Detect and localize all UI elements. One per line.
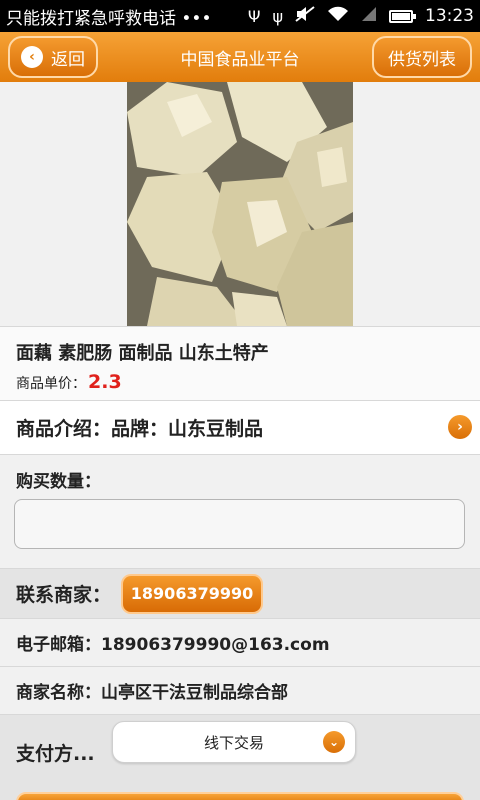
chevron-right-icon[interactable]: › xyxy=(448,415,472,439)
payment-label: 支付方... xyxy=(16,743,95,765)
page-title: 中国食品业平台 xyxy=(180,49,300,70)
status-time: 13:23 xyxy=(425,6,474,26)
quantity-input[interactable] xyxy=(14,499,465,549)
product-summary: 面藕 素肥肠 面制品 山东土特产 商品单价： 2.3 xyxy=(0,326,480,400)
quantity-label: 购买数量： xyxy=(16,472,101,492)
payment-row: 支付方... 线下交易 ⌄ xyxy=(0,714,480,800)
quantity-section: 购买数量： xyxy=(0,454,480,568)
price-line: 商品单价： 2.3 xyxy=(16,371,122,393)
app-header: ‹ 返回 中国食品业平台 供货列表 xyxy=(0,32,480,82)
battery-icon xyxy=(389,9,416,23)
status-icons: Ψ ψ 13:23 xyxy=(248,6,480,26)
price-label: 商品单价： xyxy=(16,376,86,392)
product-title: 面藕 素肥肠 面制品 山东土特产 xyxy=(16,343,269,364)
call-merchant-button[interactable]: 18906379990 xyxy=(121,573,264,614)
signal-icon xyxy=(361,6,377,26)
product-intro: 商品介绍：品牌：山东豆制品 xyxy=(16,418,264,440)
payment-selected: 线下交易 xyxy=(203,733,264,752)
merchant-name-row: 商家名称：山亭区干法豆制品综合部 xyxy=(0,666,480,714)
price-value: 2.3 xyxy=(88,371,122,393)
email-row: 电子邮箱：18906379990@163.com xyxy=(0,618,480,666)
payment-method-select[interactable]: 线下交易 ⌄ xyxy=(112,721,356,763)
merchant-name: 商家名称：山亭区干法豆制品综合部 xyxy=(16,683,288,703)
product-intro-row[interactable]: 商品介绍：品牌：山东豆制品 › xyxy=(0,400,480,454)
contact-label: 联系商家： xyxy=(16,584,112,606)
wifi-icon xyxy=(327,6,349,26)
status-bar: 只能拨打紧急呼救电话 ••• Ψ ψ 13:23 xyxy=(0,0,480,32)
back-button[interactable]: ‹ 返回 xyxy=(8,36,98,78)
merchant-phone: 18906379990 xyxy=(130,584,254,603)
chevron-down-icon: ⌄ xyxy=(323,731,345,753)
merchant-email: 电子邮箱：18906379990@163.com xyxy=(16,635,330,655)
mute-icon xyxy=(295,6,315,26)
submit-button[interactable] xyxy=(16,792,464,800)
contact-row: 联系商家： 18906379990 xyxy=(0,568,480,618)
back-label: 返回 xyxy=(51,49,85,70)
supply-list-label: 供货列表 xyxy=(388,49,456,70)
product-photo xyxy=(127,82,353,326)
status-carrier: 只能拨打紧急呼救电话 ••• xyxy=(0,4,248,29)
usb-debug-icon: ψ xyxy=(272,6,283,26)
usb-icon: Ψ xyxy=(247,6,261,26)
carrier-text: 只能拨打紧急呼救电话 xyxy=(6,8,176,29)
supply-list-button[interactable]: 供货列表 xyxy=(372,36,472,78)
notification-dots: ••• xyxy=(181,8,212,29)
product-image-area xyxy=(0,82,480,326)
back-arrow-icon: ‹ xyxy=(21,46,43,68)
